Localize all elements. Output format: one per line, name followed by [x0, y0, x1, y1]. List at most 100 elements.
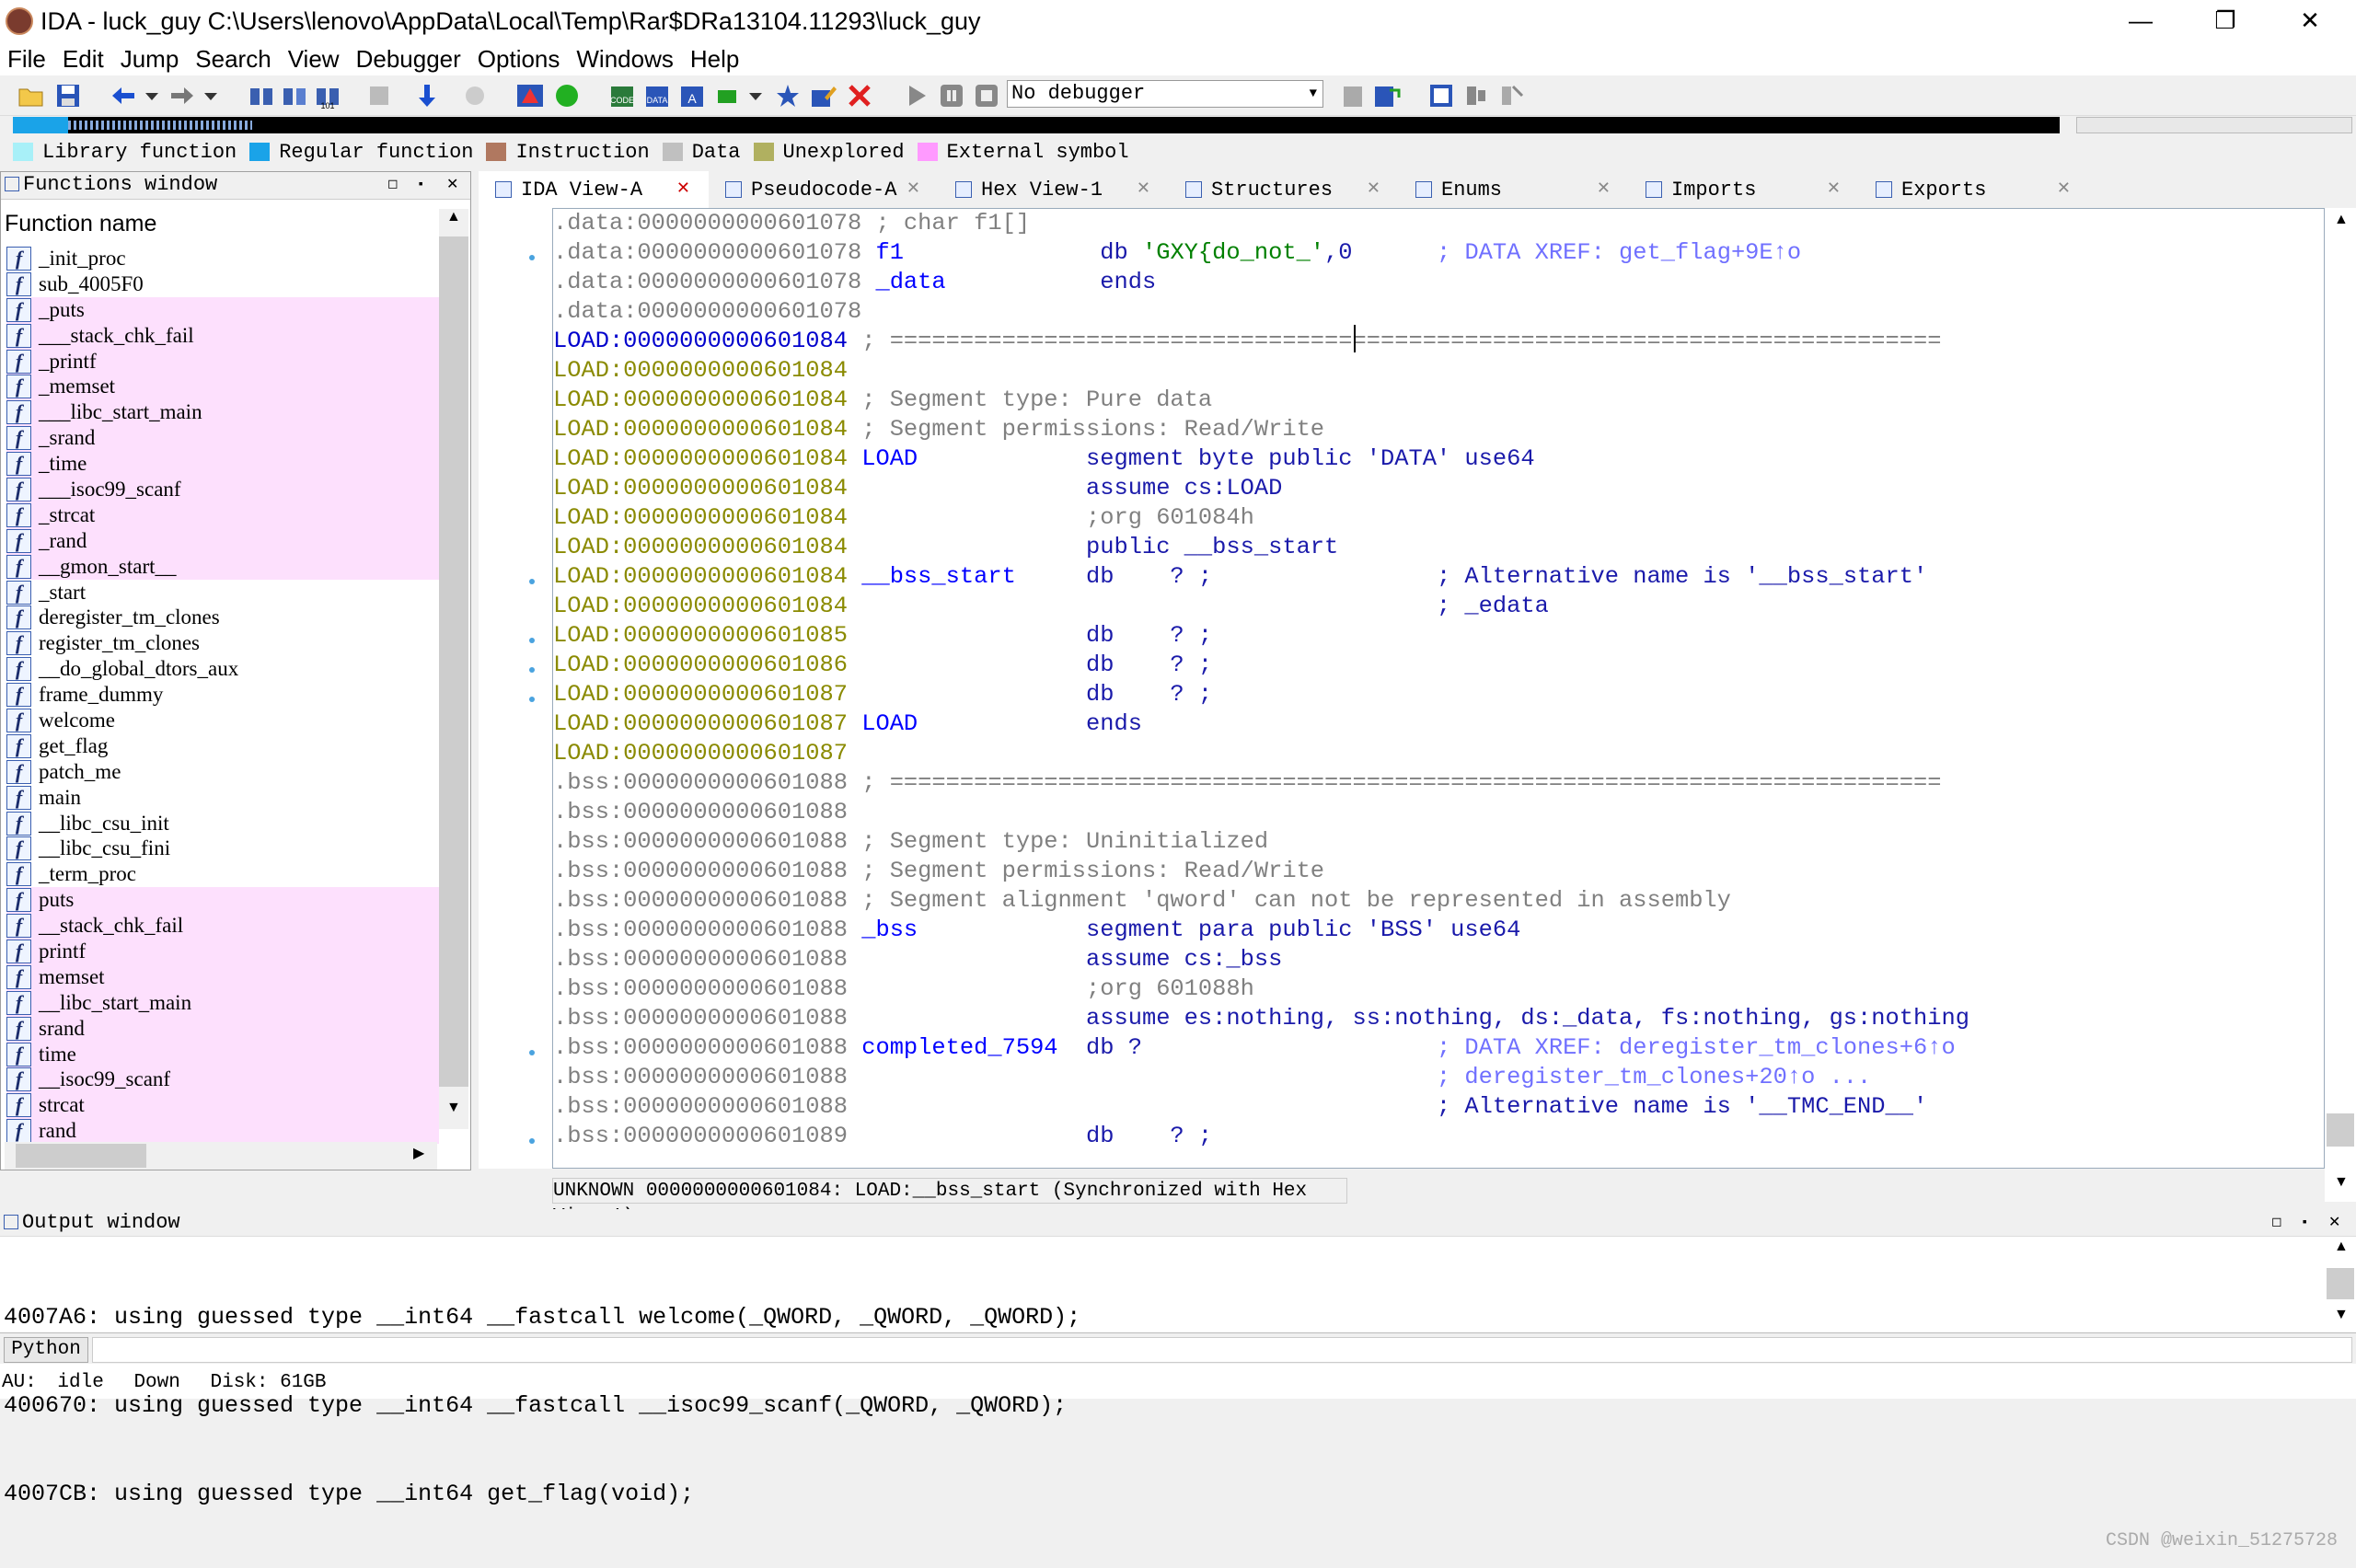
scroll-up-icon[interactable]: ▲: [2334, 212, 2349, 228]
functions-horizontal-scrollbar[interactable]: ▶: [5, 1142, 437, 1170]
jump-down-icon[interactable]: [412, 81, 442, 110]
code-line[interactable]: LOAD:0000000000601087 db ? ;: [553, 680, 2326, 709]
code-line[interactable]: .data:0000000000601078 f1 db 'GXY{do_not…: [553, 238, 2326, 268]
code-line[interactable]: .bss:0000000000601088 ; Segment permissi…: [553, 857, 2326, 886]
back-arrow-icon[interactable]: [109, 81, 138, 110]
scrollbar-thumb[interactable]: [2327, 1268, 2354, 1299]
pause-icon[interactable]: [937, 81, 966, 110]
menu-view[interactable]: View: [281, 45, 349, 74]
go-green-icon[interactable]: [552, 81, 582, 110]
tab-enums[interactable]: Enums ✕: [1399, 171, 1629, 208]
code-line[interactable]: LOAD:0000000000601084 __bss_start db ? ;…: [553, 562, 2326, 592]
function-row[interactable]: f _puts: [6, 296, 439, 323]
code-line[interactable]: LOAD:0000000000601084 assume cs:LOAD: [553, 474, 2326, 503]
stop-icon[interactable]: [972, 81, 1001, 110]
scrollbar-thumb[interactable]: [439, 236, 468, 1087]
scroll-up-icon[interactable]: ▲: [446, 209, 461, 225]
python-button[interactable]: Python: [4, 1337, 88, 1363]
navigation-band[interactable]: [13, 117, 2060, 133]
tab-ida-view-a[interactable]: IDA View-A ✕: [479, 171, 709, 208]
function-row[interactable]: f _init_proc: [6, 246, 439, 271]
menu-jump[interactable]: Jump: [113, 45, 189, 74]
function-row[interactable]: f __libc_csu_fini: [6, 836, 439, 861]
function-row[interactable]: f printf: [6, 939, 439, 964]
panel-close-icon[interactable]: ✕: [446, 172, 458, 198]
plugin-icon[interactable]: [1461, 81, 1491, 110]
function-row[interactable]: f _time: [6, 451, 439, 478]
start-debugger-icon[interactable]: [902, 81, 931, 110]
navigation-scroll[interactable]: [2076, 117, 2352, 133]
function-row[interactable]: f ___stack_chk_fail: [6, 322, 439, 349]
forward-arrow-icon[interactable]: [167, 81, 197, 110]
code-line[interactable]: .bss:0000000000601088 assume es:nothing,…: [553, 1004, 2326, 1033]
tab-close-icon[interactable]: ✕: [1827, 179, 1841, 199]
function-row[interactable]: f __stack_chk_fail: [6, 913, 439, 940]
menu-options[interactable]: Options: [470, 45, 570, 74]
menu-windows[interactable]: Windows: [569, 45, 682, 74]
close-button[interactable]: ✕: [2268, 0, 2352, 42]
function-name-column-header[interactable]: Function name: [5, 211, 156, 237]
function-row[interactable]: f __libc_start_main: [6, 989, 439, 1016]
tab-exports[interactable]: Exports ✕: [1859, 171, 2089, 208]
code-line[interactable]: .bss:0000000000601088 ; ================…: [553, 768, 2326, 798]
output-vertical-scrollbar[interactable]: ▲ ▼: [2325, 1237, 2356, 1332]
undefine-icon[interactable]: [845, 81, 874, 110]
pin-icon[interactable]: ▪: [417, 172, 424, 198]
code-line[interactable]: LOAD:0000000000601084 LOAD segment byte …: [553, 444, 2326, 474]
open-folder-icon[interactable]: [17, 81, 46, 110]
function-row[interactable]: f strcat: [6, 1092, 439, 1119]
string-icon[interactable]: A: [677, 81, 707, 110]
tab-close-icon[interactable]: ✕: [1367, 179, 1380, 199]
function-row[interactable]: f deregister_tm_clones: [6, 605, 439, 630]
back-dropdown-icon[interactable]: [138, 81, 167, 110]
code-line[interactable]: LOAD:0000000000601084 ; Segment type: Pu…: [553, 386, 2326, 415]
code-line[interactable]: .bss:0000000000601088: [553, 798, 2326, 827]
tab-close-icon[interactable]: ✕: [2057, 179, 2071, 199]
code-line[interactable]: LOAD:0000000000601084 ; Segment permissi…: [553, 415, 2326, 444]
menu-file[interactable]: File: [0, 45, 55, 74]
code-line[interactable]: .bss:0000000000601088 ; Segment alignmen…: [553, 886, 2326, 916]
menu-search[interactable]: Search: [188, 45, 280, 74]
pin-icon[interactable]: ▪: [2301, 1209, 2308, 1237]
tab-imports[interactable]: Imports ✕: [1629, 171, 1859, 208]
tools-icon[interactable]: [1496, 81, 1526, 110]
function-row[interactable]: f frame_dummy: [6, 682, 439, 708]
function-row[interactable]: f patch_me: [6, 759, 439, 785]
function-row[interactable]: f time: [6, 1041, 439, 1067]
code-line[interactable]: .bss:0000000000601088 completed_7594 db …: [553, 1033, 2326, 1063]
binoculars-icon[interactable]: [247, 81, 276, 110]
function-row[interactable]: f _srand: [6, 425, 439, 452]
code-line[interactable]: .bss:0000000000601088 ; Alternative name…: [553, 1092, 2326, 1122]
code-line[interactable]: LOAD:0000000000601084 public __bss_start: [553, 533, 2326, 562]
scroll-up-icon[interactable]: ▲: [2334, 1239, 2349, 1255]
float-icon[interactable]: ◻: [387, 172, 398, 198]
graph-icon[interactable]: [364, 81, 394, 110]
code-line[interactable]: .bss:0000000000601088 ;org 601088h: [553, 974, 2326, 1004]
scroll-down-icon[interactable]: ▼: [446, 1100, 461, 1116]
save-icon[interactable]: [53, 81, 83, 110]
disassembly-listing[interactable]: .data:0000000000601078 ; char f1[] .data:…: [553, 209, 2326, 1161]
struct-dropdown-icon[interactable]: [742, 81, 771, 110]
function-row[interactable]: f __do_global_dtors_aux: [6, 656, 439, 682]
function-row[interactable]: f register_tm_clones: [6, 630, 439, 656]
code-line[interactable]: LOAD:0000000000601085 db ? ;: [553, 621, 2326, 651]
function-row[interactable]: f ___libc_start_main: [6, 399, 439, 426]
code-line[interactable]: LOAD:0000000000601086 db ? ;: [553, 651, 2326, 680]
code-line[interactable]: LOAD:0000000000601084 ; _edata: [553, 592, 2326, 621]
function-row[interactable]: f _start: [6, 580, 439, 605]
code-line[interactable]: LOAD:0000000000601084: [553, 356, 2326, 386]
struct-icon[interactable]: [712, 81, 742, 110]
function-row[interactable]: f _printf: [6, 348, 439, 375]
code-line[interactable]: LOAD:0000000000601087 LOAD ends: [553, 709, 2326, 739]
ida-view-vertical-scrollbar[interactable]: ▲ ▼: [2325, 208, 2356, 1202]
function-row[interactable]: f rand: [6, 1118, 439, 1145]
scrollbar-thumb[interactable]: [16, 1144, 146, 1168]
function-row[interactable]: f memset: [6, 963, 439, 990]
scrollbar-thumb[interactable]: [2327, 1113, 2354, 1147]
panel-close-icon[interactable]: ✕: [2328, 1209, 2340, 1237]
code-line[interactable]: .data:0000000000601078: [553, 297, 2326, 327]
function-row[interactable]: f __gmon_start__: [6, 553, 439, 580]
menu-debugger[interactable]: Debugger: [349, 45, 470, 74]
tab-structures[interactable]: Structures ✕: [1169, 171, 1399, 208]
function-row[interactable]: f srand: [6, 1015, 439, 1042]
